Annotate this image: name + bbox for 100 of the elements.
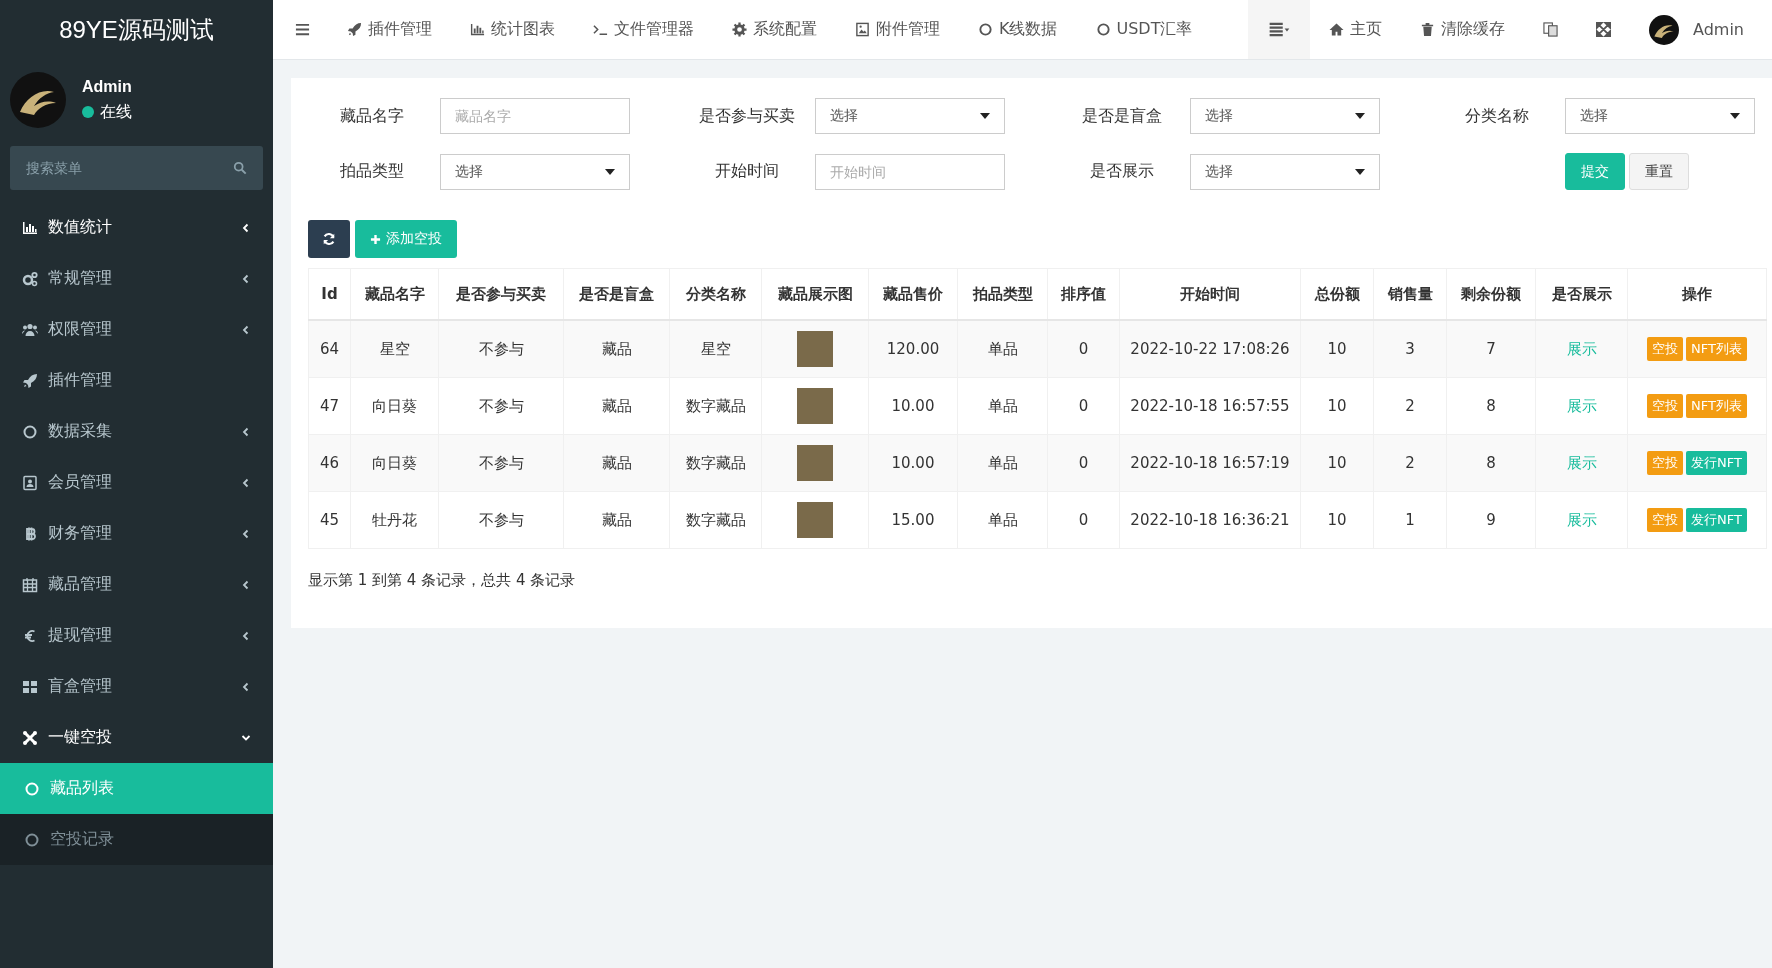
table-cell: 星空 bbox=[669, 320, 762, 378]
table-cell: 2 bbox=[1373, 377, 1447, 435]
table-cell: 藏品 bbox=[563, 320, 670, 378]
refresh-icon bbox=[322, 232, 336, 246]
search-field[interactable]: 搜索菜单 bbox=[10, 146, 263, 190]
nav-link[interactable]: 插件管理 bbox=[328, 0, 451, 59]
table-cell: 1 bbox=[1373, 491, 1447, 549]
sidebar-subitem[interactable]: 空投记录 bbox=[0, 814, 273, 865]
table-cell: 2022-10-18 16:36:21 bbox=[1119, 491, 1301, 549]
rocket-icon bbox=[22, 372, 38, 389]
caret-icon bbox=[1355, 113, 1365, 119]
table-cell: 7 bbox=[1446, 320, 1536, 378]
table-cell: 不参与 bbox=[438, 377, 564, 435]
pagination-info: 显示第 1 到第 4 条记录，总共 4 条记录 bbox=[308, 571, 577, 590]
nav-link[interactable]: 统计图表 bbox=[451, 0, 574, 59]
table-cell: 10 bbox=[1300, 434, 1374, 492]
circle-icon bbox=[24, 780, 40, 797]
input-field[interactable]: 开始时间 bbox=[815, 153, 1005, 190]
nav-link[interactable]: 附件管理 bbox=[836, 0, 959, 59]
chevron-left-icon bbox=[241, 579, 251, 590]
caret-icon bbox=[605, 168, 615, 175]
nav-link[interactable]: K线数据 bbox=[959, 0, 1077, 59]
sidebar-item[interactable]: 藏品管理 bbox=[0, 559, 273, 610]
sidebar-item[interactable]: 财务管理 bbox=[0, 508, 273, 559]
list-dropdown-button[interactable] bbox=[1248, 0, 1310, 59]
table-cell: 15.00 bbox=[868, 491, 958, 549]
chevron-left-icon bbox=[241, 528, 251, 539]
gears-icon bbox=[22, 270, 38, 287]
table-cell: 10 bbox=[1300, 377, 1374, 435]
table-cell: 9 bbox=[1446, 491, 1536, 549]
photo-placeholder bbox=[797, 445, 833, 481]
select-field[interactable]: 选择 bbox=[1565, 98, 1755, 134]
chevron-left-icon bbox=[241, 477, 251, 488]
table-cell: 2022-10-18 16:57:55 bbox=[1119, 377, 1301, 435]
select-field[interactable]: 选择 bbox=[815, 98, 1005, 134]
user-name: Admin bbox=[82, 77, 132, 96]
list-icon bbox=[1268, 22, 1290, 37]
circle-icon bbox=[978, 22, 993, 37]
chevron-left-icon bbox=[241, 681, 251, 692]
table-cell: 8 bbox=[1446, 377, 1536, 435]
chevron-left-icon bbox=[241, 324, 251, 335]
caret-icon bbox=[1730, 113, 1740, 119]
sidebar-item[interactable]: 一键空投 bbox=[0, 712, 273, 763]
rocket-icon bbox=[347, 22, 362, 37]
sidebar-item[interactable]: 插件管理 bbox=[0, 355, 273, 406]
table-cell: 藏品 bbox=[563, 434, 670, 492]
select-field[interactable]: 选择 bbox=[440, 153, 630, 190]
sidebar-item[interactable]: 数据采集 bbox=[0, 406, 273, 457]
sidebar-item[interactable]: 提现管理 bbox=[0, 610, 273, 661]
avatar-icon bbox=[1649, 14, 1679, 45]
sidebar-item[interactable]: 数值统计 bbox=[0, 202, 273, 253]
sidebar-item[interactable]: 会员管理 bbox=[0, 457, 273, 508]
search-icon bbox=[233, 161, 247, 175]
table-cell: 2022-10-22 17:08:26 bbox=[1119, 320, 1301, 378]
table-cell: 3 bbox=[1373, 320, 1447, 378]
grid-icon bbox=[22, 678, 38, 695]
table-cell: 单品 bbox=[957, 434, 1048, 492]
sidebar-item[interactable]: 常规管理 bbox=[0, 253, 273, 304]
table-cell: 0 bbox=[1047, 434, 1120, 492]
table-cell: 10.00 bbox=[868, 377, 958, 435]
table-cell: 星空 bbox=[350, 320, 439, 378]
table-cell: 47 bbox=[308, 377, 351, 435]
chevron-left-icon bbox=[241, 273, 251, 284]
user-menu[interactable]: Admin bbox=[1630, 0, 1772, 59]
table-cell: 数字藏品 bbox=[669, 434, 762, 492]
table-cell: 120.00 bbox=[868, 320, 958, 378]
status-label: 在线 bbox=[100, 101, 132, 123]
nav-link[interactable]: 文件管理器 bbox=[574, 0, 713, 59]
circle-icon bbox=[1095, 22, 1111, 37]
table-cell: 45 bbox=[308, 491, 351, 549]
table-cell: 46 bbox=[308, 434, 351, 492]
nav-link[interactable]: 清除缓存 bbox=[1401, 0, 1524, 59]
nav-link[interactable]: USDT汇率 bbox=[1076, 0, 1212, 59]
sidebar-item[interactable]: 权限管理 bbox=[0, 304, 273, 355]
filter-label: 开始时间 bbox=[714, 161, 780, 182]
chevron-left-icon bbox=[241, 630, 251, 641]
sidebar-item[interactable]: 盲盒管理 bbox=[0, 661, 273, 712]
users-icon bbox=[22, 321, 38, 338]
form-button[interactable]: 重置 bbox=[1629, 153, 1689, 190]
nav-link[interactable]: 主页 bbox=[1310, 0, 1401, 59]
table-cell: 不参与 bbox=[438, 434, 564, 492]
refresh-button[interactable] bbox=[308, 220, 350, 258]
circle-icon bbox=[24, 831, 40, 848]
avatar-icon bbox=[10, 72, 66, 128]
table-cell: 64 bbox=[308, 320, 351, 378]
circle-icon bbox=[22, 423, 38, 440]
calendar-icon bbox=[22, 576, 38, 593]
home-icon bbox=[1329, 22, 1344, 37]
table-cell: 0 bbox=[1047, 320, 1120, 378]
filter-label: 是否参与买卖 bbox=[698, 105, 796, 127]
caret-icon bbox=[980, 113, 990, 119]
table-cell: 8 bbox=[1446, 434, 1536, 492]
nav-link[interactable]: 系统配置 bbox=[713, 0, 836, 59]
select-field[interactable]: 选择 bbox=[1190, 98, 1380, 134]
select-field[interactable]: 选择 bbox=[1190, 153, 1380, 190]
input-field[interactable]: 藏品名字 bbox=[440, 98, 630, 134]
table-cell: 不参与 bbox=[438, 320, 564, 378]
plus-icon bbox=[370, 233, 381, 245]
table-cell: 单品 bbox=[957, 491, 1048, 549]
table-cell: 2022-10-18 16:57:19 bbox=[1119, 434, 1301, 492]
